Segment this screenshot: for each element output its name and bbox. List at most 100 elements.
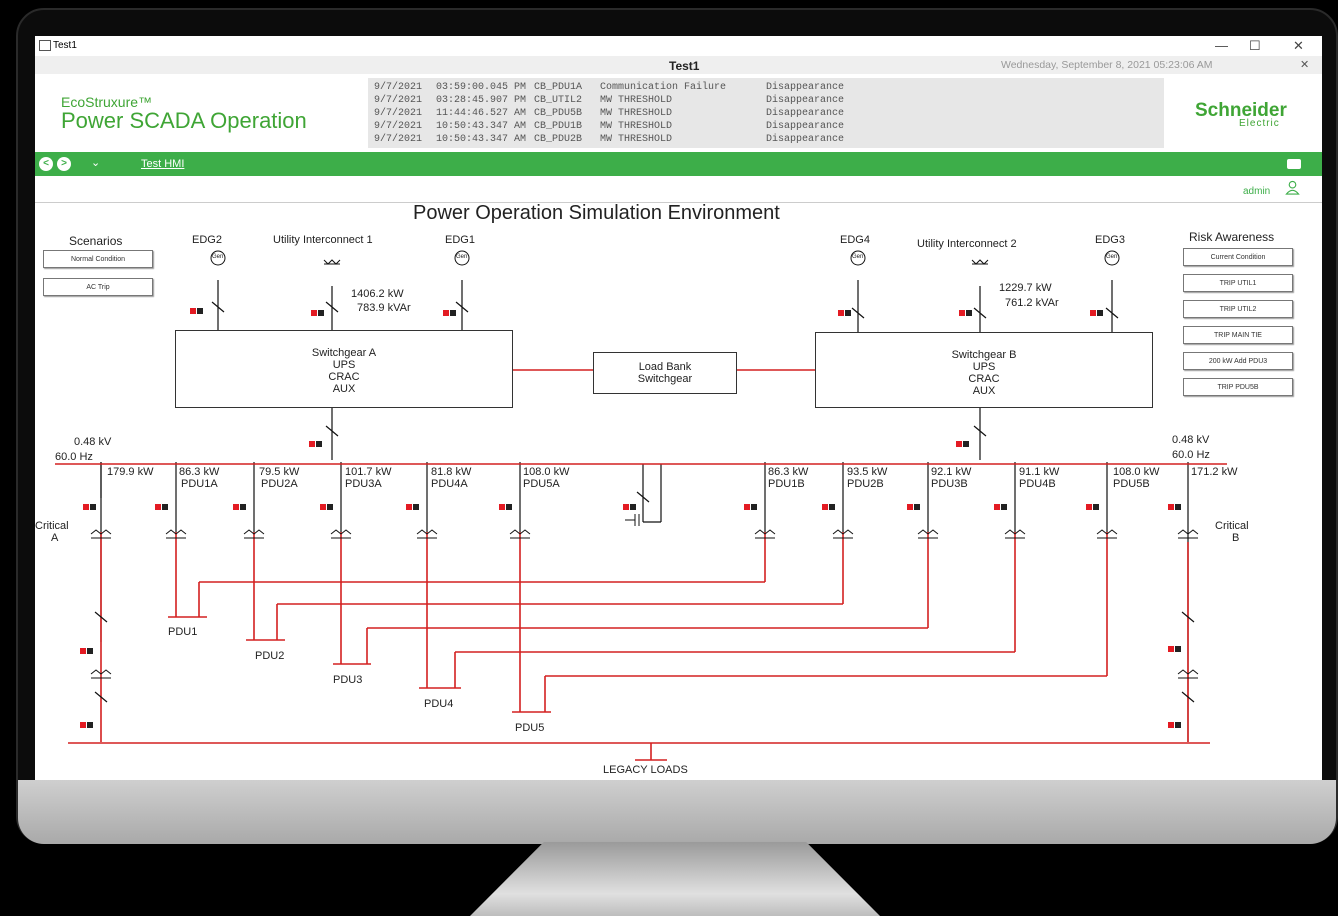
feeder-pdu1b-name: PDU1B xyxy=(768,478,805,490)
window-titlebar: Test1 — ☐ ✕ xyxy=(35,36,1322,54)
single-line-diagram: Power Operation Simulation Environment S… xyxy=(35,202,1322,780)
critical-a-label: Critical xyxy=(35,520,69,532)
bus-b-voltage: 0.48 kV xyxy=(1172,434,1210,446)
critical-b-label: Critical xyxy=(1215,520,1249,532)
bus-b-frequency: 60.0 Hz xyxy=(1172,449,1210,461)
maximize-button[interactable]: ☐ xyxy=(1249,38,1261,54)
load-bank-sub: Switchgear xyxy=(637,373,693,385)
normal-condition-button[interactable]: Normal Condition xyxy=(43,250,153,268)
screen: Test1 — ☐ ✕ Test1 Wednesday, September 8… xyxy=(35,36,1322,780)
feeder-pdu2b-name: PDU2B xyxy=(847,478,884,490)
pdu4-label: PDU4 xyxy=(424,698,454,710)
alarm-banner[interactable]: 9/7/2021 03:59:00.045 PM CB_PDU1A Communica… xyxy=(368,78,1164,148)
feeder-pdu3b-kw: 92.1 kW xyxy=(931,466,972,478)
diagram-title: Power Operation Simulation Environment xyxy=(413,202,780,224)
switchgear-b-crac: CRAC xyxy=(968,373,1000,385)
source-edg3: EDG3 xyxy=(1095,234,1125,246)
header: EcoStruxure™ Power SCADA Operation 9/7/2… xyxy=(35,74,1322,152)
gen-symbol[interactable]: Gen xyxy=(1106,254,1117,260)
feeder-pdu1a-kw: 86.3 kW xyxy=(179,466,220,478)
load-bank-switchgear[interactable]: Load Bank Switchgear xyxy=(593,352,737,394)
critical-b-sub: B xyxy=(1232,532,1240,544)
pdu5-label: PDU5 xyxy=(515,722,545,734)
source-edg1: EDG1 xyxy=(445,234,475,246)
util1-kw: 1406.2 kW xyxy=(351,288,404,300)
alarm-row[interactable]: 9/7/2021 03:28:45.907 PM CB_UTIL2 MW THRESH… xyxy=(374,95,844,107)
risk-awareness-heading: Risk Awareness xyxy=(1189,230,1275,244)
switchgear-a-label: Switchgear A xyxy=(311,347,377,359)
feeder-pdu1a-name: PDU1A xyxy=(181,478,218,490)
datetime-display: Wednesday, September 8, 2021 05:23:06 AM xyxy=(1001,59,1213,71)
monitor-chin xyxy=(18,780,1336,844)
feeder-pdu4b-kw: 91.1 kW xyxy=(1019,466,1060,478)
legacy-loads-label: LEGACY LOADS xyxy=(603,764,688,776)
source-edg2: EDG2 xyxy=(192,234,222,246)
feeder-critical-b-kw: 171.2 kW xyxy=(1191,466,1238,478)
feeder-pdu5a-name: PDU5A xyxy=(523,478,560,490)
trip-pdu5b-button[interactable]: TRIP PDU5B xyxy=(1183,378,1293,396)
ac-trip-button[interactable]: AC Trip xyxy=(43,278,153,296)
tab-close-button[interactable]: ✕ xyxy=(1300,58,1309,71)
feeder-pdu3a-name: PDU3A xyxy=(345,478,382,490)
user-icon[interactable] xyxy=(1285,180,1300,195)
source-utility-2: Utility Interconnect 2 xyxy=(917,238,1017,250)
wiring-lines xyxy=(55,250,1227,761)
feeder-pdu3a-kw: 101.7 kW xyxy=(345,466,392,478)
feeder-pdu2a-name: PDU2A xyxy=(261,478,298,490)
feeder-pdu4a-name: PDU4A xyxy=(431,478,468,490)
add-pdu3-load-button[interactable]: 200 kW Add PDU3 xyxy=(1183,352,1293,370)
bus-a-voltage: 0.48 kV xyxy=(74,436,112,448)
tab-bar: Test1 Wednesday, September 8, 2021 05:23… xyxy=(35,56,1322,74)
gen-symbol[interactable]: Gen xyxy=(456,254,467,260)
nav-bar: < > ⌄ Test HMI xyxy=(35,152,1322,176)
close-button[interactable]: ✕ xyxy=(1293,38,1304,54)
username[interactable]: admin xyxy=(1243,186,1270,197)
app-icon xyxy=(39,40,51,51)
feeder-pdu5b-kw: 108.0 kW xyxy=(1113,466,1160,478)
critical-a-sub: A xyxy=(51,532,59,544)
chevron-down-icon[interactable]: ⌄ xyxy=(91,156,100,169)
source-utility-1: Utility Interconnect 1 xyxy=(273,234,373,246)
gen-symbol[interactable]: Gen xyxy=(212,254,223,260)
feeder-critical-a-kw: 179.9 kW xyxy=(107,466,154,478)
alarm-row[interactable]: 9/7/2021 10:50:43.347 AM CB_PDU1B MW THRESH… xyxy=(374,121,844,133)
back-button[interactable]: < xyxy=(39,157,53,171)
switchgear-a[interactable]: Switchgear A UPS CRAC AUX xyxy=(175,330,513,408)
forward-button[interactable]: > xyxy=(57,157,71,171)
alarm-row[interactable]: 9/7/2021 03:59:00.045 PM CB_PDU1A Communica… xyxy=(374,82,844,94)
tab-title[interactable]: Test1 xyxy=(669,59,699,73)
feeder-pdu2a-kw: 79.5 kW xyxy=(259,466,300,478)
trip-util1-button[interactable]: TRIP UTIL1 xyxy=(1183,274,1293,292)
switchgear-b[interactable]: Switchgear B UPS CRAC AUX xyxy=(815,332,1153,408)
schneider-logo-sub: Electric xyxy=(1239,118,1280,129)
util2-kw: 1229.7 kW xyxy=(999,282,1052,294)
source-edg4: EDG4 xyxy=(840,234,870,246)
switchgear-b-label: Switchgear B xyxy=(951,349,1017,361)
util1-kvar: 783.9 kVAr xyxy=(357,302,411,314)
user-bar: admin xyxy=(35,176,1322,203)
trip-util2-button[interactable]: TRIP UTIL2 xyxy=(1183,300,1293,318)
pdu1-label: PDU1 xyxy=(168,626,198,638)
switchgear-a-aux: AUX xyxy=(332,383,356,395)
feeder-pdu4a-kw: 81.8 kW xyxy=(431,466,472,478)
trip-main-tie-button[interactable]: TRIP MAIN TIE xyxy=(1183,326,1293,344)
pdu2-label: PDU2 xyxy=(255,650,285,662)
minimize-button[interactable]: — xyxy=(1215,38,1228,53)
feeder-pdu5a-kw: 108.0 kW xyxy=(523,466,570,478)
feeder-pdu3b-name: PDU3B xyxy=(931,478,968,490)
switchgear-b-aux: AUX xyxy=(972,385,996,397)
util2-kvar: 761.2 kVAr xyxy=(1005,297,1059,309)
tab-test-hmi[interactable]: Test HMI xyxy=(141,158,184,170)
printer-icon[interactable] xyxy=(1287,159,1301,169)
current-condition-button[interactable]: Current Condition xyxy=(1183,248,1293,266)
alarm-row[interactable]: 9/7/2021 11:44:46.527 AM CB_PDU5B MW THRESH… xyxy=(374,108,844,120)
load-bank-label: Load Bank xyxy=(638,361,692,373)
bus-a-frequency: 60.0 Hz xyxy=(55,451,93,463)
product-name: Power SCADA Operation xyxy=(61,108,307,133)
switchgear-a-crac: CRAC xyxy=(328,371,360,383)
alarm-row[interactable]: 9/7/2021 10:50:43.347 AM CB_PDU2B MW THRESH… xyxy=(374,134,844,146)
feeder-pdu5b-name: PDU5B xyxy=(1113,478,1150,490)
feeder-pdu2b-kw: 93.5 kW xyxy=(847,466,888,478)
scenarios-heading: Scenarios xyxy=(69,234,123,248)
gen-symbol[interactable]: Gen xyxy=(852,254,863,260)
